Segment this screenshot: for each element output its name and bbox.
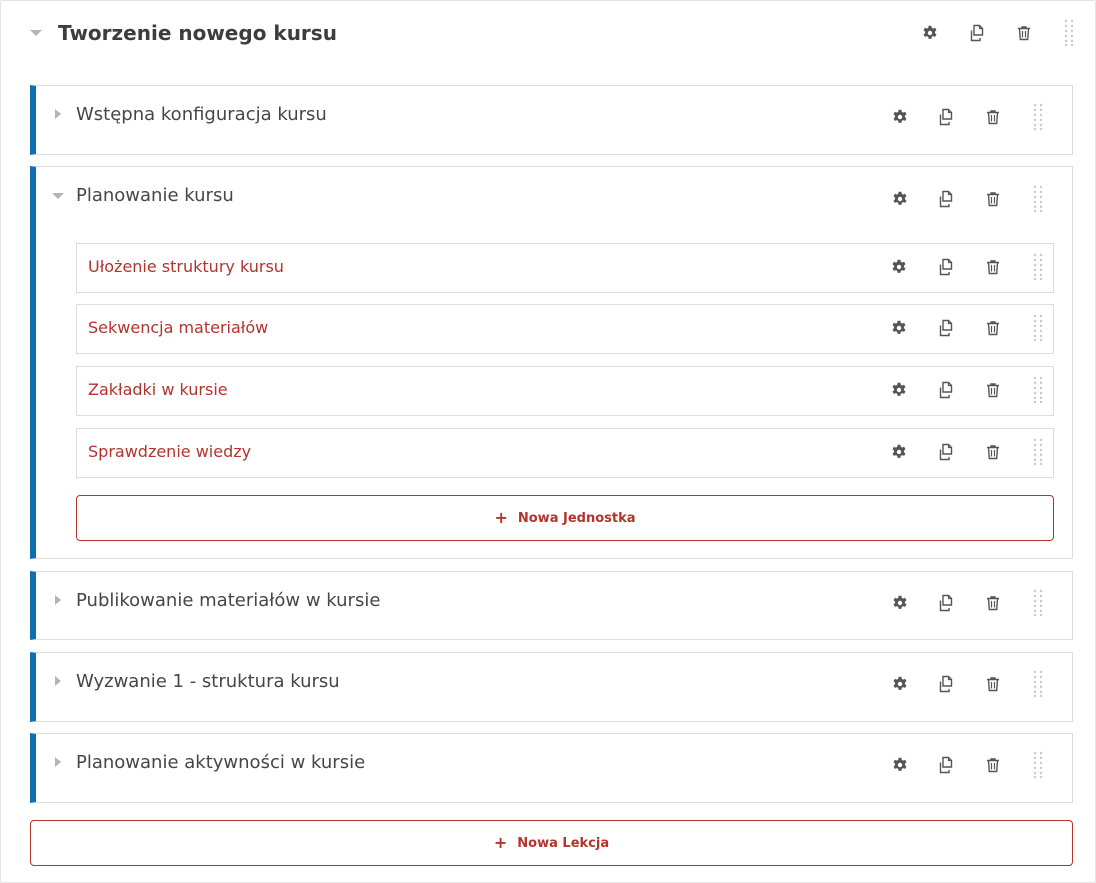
caret-right-icon[interactable] (55, 595, 61, 605)
trash-icon[interactable] (983, 593, 1003, 613)
gear-icon[interactable] (890, 189, 910, 209)
lesson-title[interactable]: Wstępna konfiguracja kursu (76, 104, 327, 125)
gear-icon[interactable] (889, 257, 909, 277)
unit-item[interactable]: Zakładki w kursie (76, 366, 1054, 416)
drag-handle-icon[interactable] (1033, 589, 1043, 617)
lesson-item[interactable]: Wyzwanie 1 - struktura kursu (30, 652, 1073, 722)
lesson-item-expanded[interactable]: Planowanie kursu Ułożenie struktury kurs… (30, 166, 1073, 559)
unit-title-link[interactable]: Zakładki w kursie (88, 380, 228, 399)
lesson-title[interactable]: Publikowanie materiałów w kursie (76, 590, 380, 611)
drag-handle-icon[interactable] (1033, 103, 1043, 131)
lesson-item[interactable]: Publikowanie materiałów w kursie (30, 571, 1073, 640)
plus-icon: + (494, 508, 508, 527)
unit-item[interactable]: Sekwencja materiałów (76, 304, 1054, 354)
gear-icon[interactable] (890, 593, 910, 613)
new-lesson-button[interactable]: + Nowa Lekcja (30, 820, 1073, 866)
trash-icon[interactable] (983, 257, 1003, 277)
caret-right-icon[interactable] (55, 109, 61, 119)
course-delete-trash-icon[interactable] (1014, 23, 1034, 43)
course-collapse-caret-icon[interactable] (30, 30, 42, 36)
copy-icon[interactable] (936, 380, 956, 400)
gear-icon[interactable] (889, 318, 909, 338)
lesson-title[interactable]: Wyzwanie 1 - struktura kursu (76, 671, 340, 692)
lesson-title[interactable]: Planowanie aktywności w kursie (76, 752, 365, 773)
gear-icon[interactable] (890, 674, 910, 694)
course-drag-handle-icon[interactable] (1064, 19, 1074, 47)
new-lesson-label: Nowa Lekcja (517, 835, 610, 851)
unit-title-link[interactable]: Ułożenie struktury kursu (88, 257, 284, 276)
gear-icon[interactable] (890, 755, 910, 775)
trash-icon[interactable] (983, 755, 1003, 775)
plus-icon: + (493, 833, 508, 852)
new-unit-label: Nowa Jednostka (517, 510, 636, 526)
drag-handle-icon[interactable] (1033, 314, 1043, 342)
trash-icon[interactable] (983, 107, 1003, 127)
course-settings-gear-icon[interactable] (920, 23, 940, 43)
lesson-item[interactable]: Planowanie aktywności w kursie (30, 733, 1073, 803)
drag-handle-icon[interactable] (1033, 751, 1043, 779)
gear-icon[interactable] (889, 380, 909, 400)
copy-icon[interactable] (936, 674, 956, 694)
copy-icon[interactable] (936, 442, 956, 462)
drag-handle-icon[interactable] (1033, 438, 1043, 466)
unit-title-link[interactable]: Sekwencja materiałów (88, 318, 268, 337)
drag-handle-icon[interactable] (1033, 376, 1043, 404)
course-header: Tworzenie nowego kursu (1, 1, 1095, 67)
lesson-item[interactable]: Wstępna konfiguracja kursu (30, 85, 1073, 155)
drag-handle-icon[interactable] (1033, 253, 1043, 281)
trash-icon[interactable] (983, 189, 1003, 209)
copy-icon[interactable] (936, 755, 956, 775)
gear-icon[interactable] (889, 442, 909, 462)
unit-title-link[interactable]: Sprawdzenie wiedzy (88, 442, 251, 461)
trash-icon[interactable] (983, 674, 1003, 694)
unit-item[interactable]: Ułożenie struktury kursu (76, 243, 1054, 293)
new-unit-button[interactable]: + Nowa Jednostka (76, 495, 1054, 541)
copy-icon[interactable] (936, 189, 956, 209)
lesson-title[interactable]: Planowanie kursu (76, 185, 234, 206)
caret-right-icon[interactable] (55, 757, 61, 767)
copy-icon[interactable] (936, 318, 956, 338)
trash-icon[interactable] (983, 442, 1003, 462)
trash-icon[interactable] (983, 380, 1003, 400)
unit-item[interactable]: Sprawdzenie wiedzy (76, 428, 1054, 478)
course-title: Tworzenie nowego kursu (58, 21, 337, 45)
copy-icon[interactable] (936, 257, 956, 277)
gear-icon[interactable] (890, 107, 910, 127)
drag-handle-icon[interactable] (1033, 670, 1043, 698)
course-panel: Tworzenie nowego kursu Wstępna konfigura… (0, 0, 1096, 883)
copy-icon[interactable] (936, 107, 956, 127)
trash-icon[interactable] (983, 318, 1003, 338)
drag-handle-icon[interactable] (1033, 185, 1043, 213)
caret-down-icon[interactable] (52, 193, 64, 199)
copy-icon[interactable] (936, 593, 956, 613)
caret-right-icon[interactable] (55, 676, 61, 686)
course-duplicate-copy-icon[interactable] (967, 23, 987, 43)
